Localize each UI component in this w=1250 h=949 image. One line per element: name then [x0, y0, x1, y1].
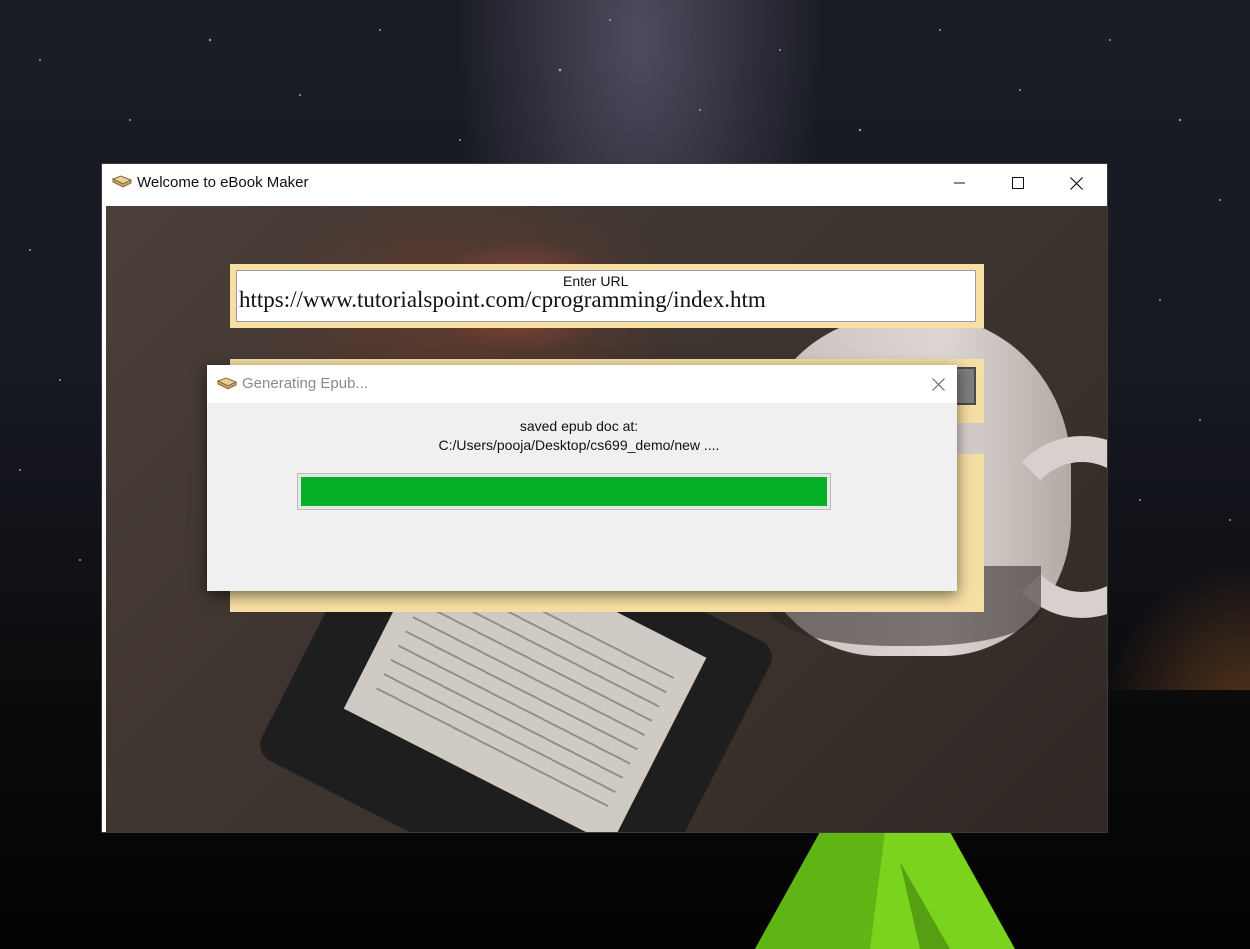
book-icon	[112, 175, 132, 188]
dialog-message-line1: saved epub doc at:	[519, 418, 639, 434]
window-title: Welcome to eBook Maker	[137, 174, 309, 191]
progress-bar	[297, 473, 831, 510]
url-panel: Enter URL	[230, 264, 984, 328]
minimize-icon	[954, 182, 965, 184]
maximize-button[interactable]	[989, 164, 1047, 202]
close-icon	[931, 377, 945, 391]
maximize-icon	[1012, 177, 1024, 189]
url-frame: Enter URL	[236, 270, 976, 322]
dialog-title: Generating Epub...	[242, 375, 368, 392]
book-icon	[217, 377, 237, 390]
progress-fill	[301, 477, 827, 506]
dialog-close-button[interactable]	[919, 365, 957, 403]
url-input[interactable]	[239, 285, 969, 315]
dialog-title-bar[interactable]: Generating Epub...	[207, 365, 957, 403]
progress-dialog: Generating Epub... saved epub doc at: C:…	[207, 365, 957, 591]
tent-image	[755, 832, 1015, 949]
close-button[interactable]	[1047, 164, 1105, 202]
minimize-button[interactable]	[931, 164, 989, 202]
close-icon	[1069, 176, 1083, 190]
title-bar[interactable]: Welcome to eBook Maker	[102, 164, 1107, 202]
dialog-message-line2: C:/Users/pooja/Desktop/cs699_demo/new ..…	[438, 437, 720, 453]
